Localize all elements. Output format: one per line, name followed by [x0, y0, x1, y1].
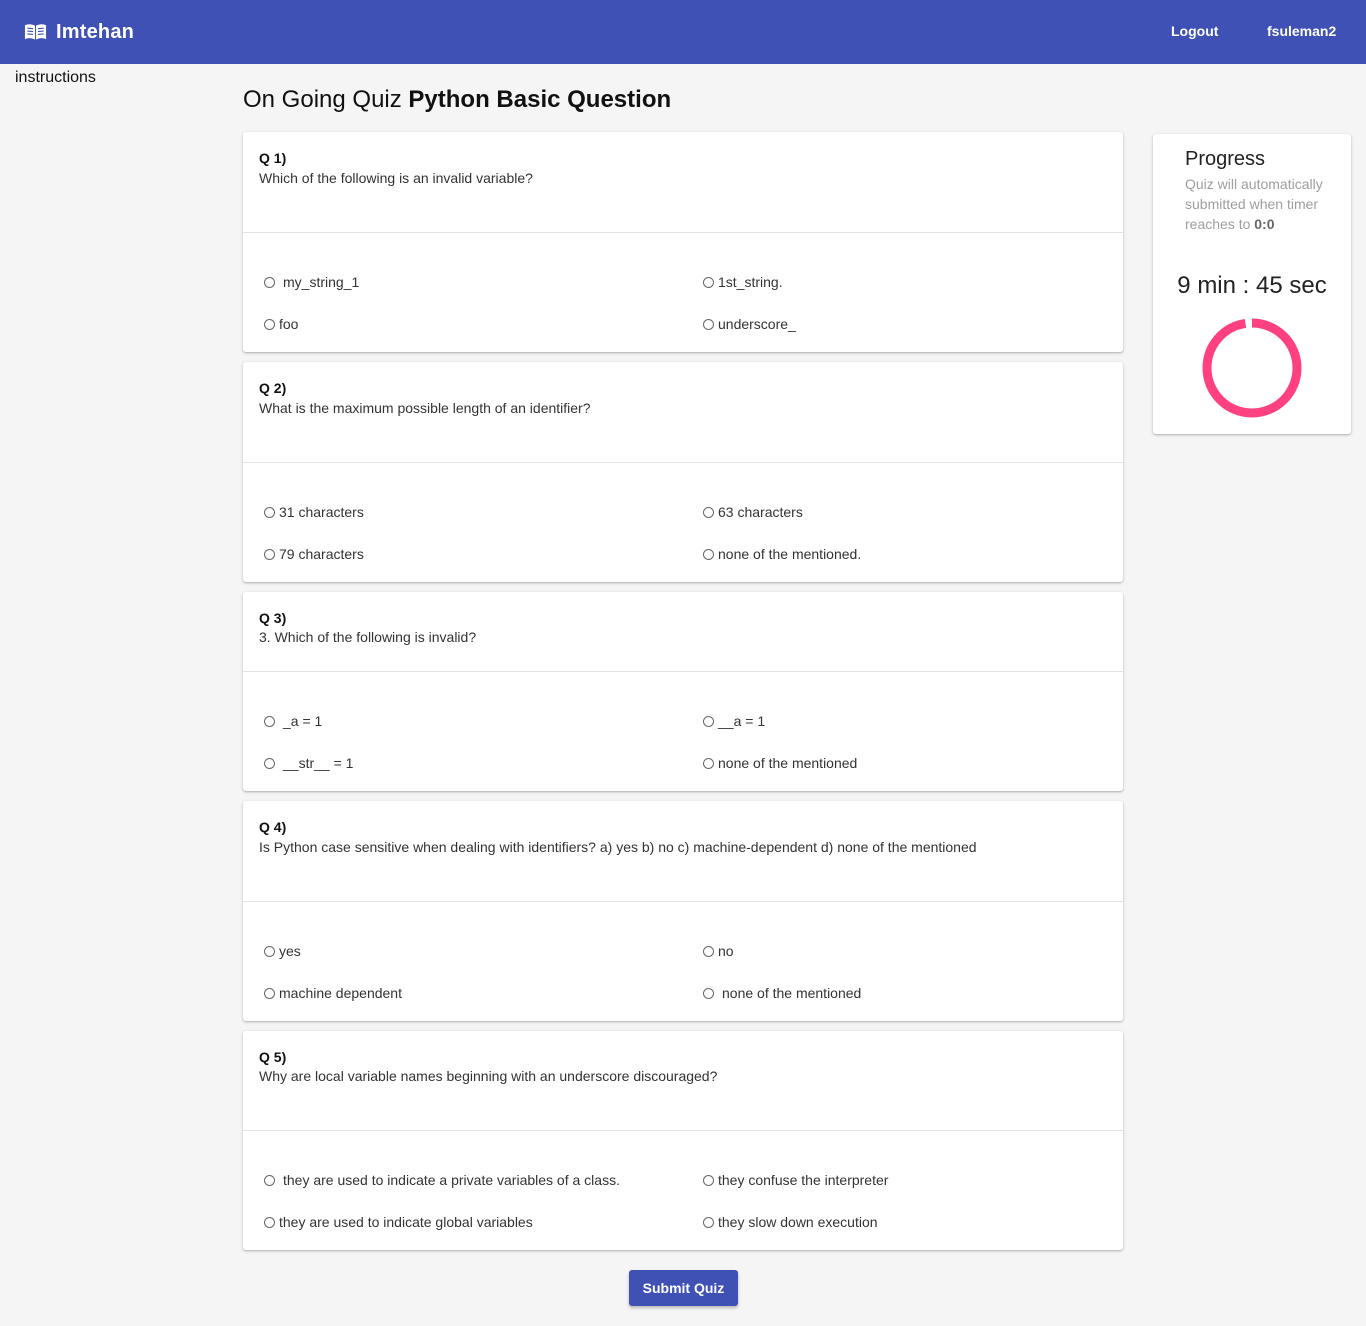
book-icon [24, 24, 47, 40]
radio-button[interactable] [703, 987, 714, 999]
option-label: 79 characters [279, 546, 364, 562]
option-radio[interactable]: 79 characters [264, 546, 364, 562]
progress-description: Quiz will automatically submitted when t… [1185, 174, 1335, 234]
quiz-name: Python Basic Question [408, 86, 672, 113]
option-label: 1st_string. [718, 274, 783, 290]
option-label: underscore_ [718, 316, 796, 332]
radio-button[interactable] [703, 318, 714, 330]
radio-button[interactable] [264, 945, 275, 957]
radio-button[interactable] [703, 757, 714, 769]
question-number: Q 1) [259, 150, 287, 166]
radio-button[interactable] [703, 945, 714, 957]
option-radio[interactable]: 63 characters [703, 504, 803, 520]
radio-button[interactable] [264, 757, 275, 769]
question-divider [243, 232, 1123, 233]
option-label: they are used to indicate a private vari… [283, 1172, 620, 1188]
question-text: Why are local variable names beginning w… [259, 1068, 718, 1084]
option-radio[interactable]: __a = 1 [703, 713, 765, 729]
option-label: none of the mentioned. [718, 546, 862, 562]
question-number: Q 3) [259, 610, 287, 626]
submit-quiz-button[interactable]: Submit Quiz [629, 1270, 738, 1306]
radio-button[interactable] [264, 276, 275, 288]
option-radio[interactable]: foo [264, 316, 298, 332]
option-label: __str__ = 1 [283, 755, 354, 771]
question-card-2: Q 2) What is the maximum possible length… [243, 362, 1123, 582]
radio-button[interactable] [264, 548, 275, 560]
radio-button[interactable] [703, 1216, 714, 1228]
question-number: Q 4) [259, 819, 287, 835]
question-divider [243, 671, 1123, 672]
radio-button[interactable] [264, 1174, 275, 1186]
logout-link[interactable]: Logout [1171, 23, 1218, 39]
instructions-link[interactable]: instructions [15, 69, 96, 87]
option-label: yes [279, 943, 301, 959]
option-radio[interactable]: they are used to indicate a private vari… [264, 1172, 620, 1188]
radio-button[interactable] [264, 318, 275, 330]
option-radio[interactable]: machine dependent [264, 985, 402, 1001]
option-radio[interactable]: none of the mentioned. [703, 546, 861, 562]
option-radio[interactable]: _a = 1 [264, 713, 322, 729]
option-radio[interactable]: none of the mentioned [703, 755, 857, 771]
radio-button[interactable] [703, 548, 714, 560]
question-card-5: Q 5) Why are local variable names beginn… [243, 1031, 1123, 1250]
question-card-4: Q 4) Is Python case sensitive when deali… [243, 801, 1123, 1021]
option-label: they confuse the interpreter [718, 1172, 889, 1188]
option-label: 63 characters [718, 504, 803, 520]
option-radio[interactable]: underscore_ [703, 316, 796, 332]
question-text: Which of the following is an invalid var… [259, 170, 533, 186]
option-label: foo [279, 316, 299, 332]
option-label: none of the mentioned [722, 985, 862, 1001]
option-radio[interactable]: they slow down execution [703, 1214, 878, 1230]
option-label: _a = 1 [283, 713, 323, 729]
progress-card: Progress Quiz will automatically submitt… [1153, 134, 1351, 434]
app-title: Imtehan [56, 20, 135, 43]
radio-button[interactable] [703, 715, 714, 727]
option-label: machine dependent [279, 985, 402, 1001]
top-navbar: Imtehan Logout fsuleman2 [0, 0, 1366, 64]
option-radio[interactable]: they confuse the interpreter [703, 1172, 888, 1188]
option-radio[interactable]: my_string_1 [264, 274, 359, 290]
brand-link[interactable]: Imtehan [24, 18, 134, 46]
question-divider [243, 1130, 1123, 1131]
option-label: they slow down execution [718, 1214, 878, 1230]
question-text: What is the maximum possible length of a… [259, 400, 591, 416]
question-card-3: Q 3) 3. Which of the following is invali… [243, 592, 1123, 791]
radio-button[interactable] [703, 1174, 714, 1186]
option-radio[interactable]: __str__ = 1 [264, 755, 353, 771]
progress-ring-arc [1202, 318, 1302, 418]
option-radio[interactable]: yes [264, 943, 301, 959]
radio-button[interactable] [264, 987, 275, 999]
countdown-timer: 9 min : 45 sec [1177, 272, 1327, 299]
question-text: 3. Which of the following is invalid? [259, 629, 477, 645]
option-radio[interactable]: they are used to indicate global variabl… [264, 1214, 533, 1230]
option-radio[interactable]: none of the mentioned [703, 985, 861, 1001]
option-label: none of the mentioned [718, 755, 858, 771]
radio-button[interactable] [703, 506, 714, 518]
question-text: Is Python case sensitive when dealing wi… [259, 839, 977, 855]
progress-ring [1202, 318, 1302, 418]
question-number: Q 2) [259, 380, 287, 396]
option-label: no [718, 943, 734, 959]
question-divider [243, 901, 1123, 902]
radio-button[interactable] [264, 715, 275, 727]
question-divider [243, 462, 1123, 463]
option-label: my_string_1 [283, 274, 360, 290]
option-label: they are used to indicate global variabl… [279, 1214, 533, 1230]
option-radio[interactable]: no [703, 943, 734, 959]
progress-title: Progress [1185, 148, 1266, 170]
option-label: __a = 1 [718, 713, 766, 729]
username-link[interactable]: fsuleman2 [1267, 23, 1336, 39]
page-title: On Going Quiz Python Basic Question [243, 86, 671, 114]
radio-button[interactable] [264, 1216, 275, 1228]
page-title-prefix: On Going Quiz [243, 86, 402, 113]
option-radio[interactable]: 31 characters [264, 504, 364, 520]
option-radio[interactable]: 1st_string. [703, 274, 783, 290]
progress-deadline: 0:0 [1254, 216, 1275, 232]
question-card-1: Q 1) Which of the following is an invali… [243, 132, 1123, 352]
radio-button[interactable] [703, 276, 714, 288]
radio-button[interactable] [264, 506, 275, 518]
option-label: 31 characters [279, 504, 364, 520]
question-number: Q 5) [259, 1049, 287, 1065]
